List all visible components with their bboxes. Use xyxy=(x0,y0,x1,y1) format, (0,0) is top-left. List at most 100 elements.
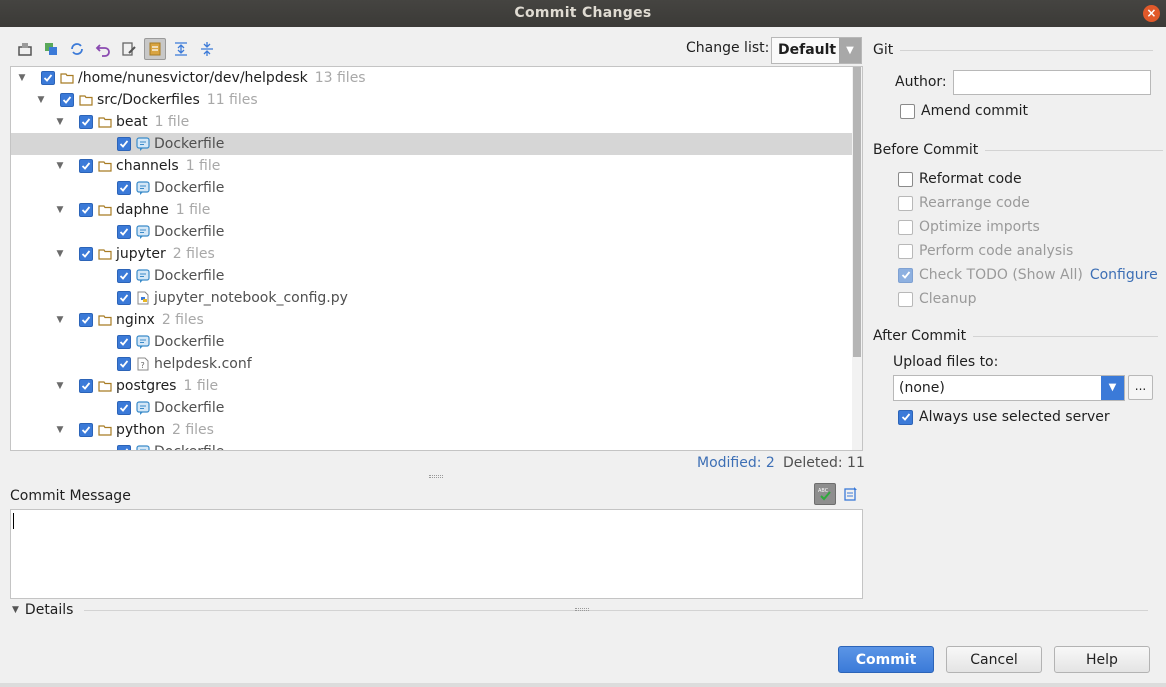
upload-files-label: Upload files to: xyxy=(893,354,999,370)
author-input[interactable] xyxy=(953,70,1151,95)
include-checkbox[interactable] xyxy=(41,71,55,85)
file-count: 1 file xyxy=(175,202,211,218)
include-checkbox[interactable] xyxy=(117,181,131,195)
cleanup-checkbox[interactable]: Cleanup xyxy=(898,291,977,307)
include-checkbox[interactable] xyxy=(79,379,93,393)
tree-file-row[interactable]: Dockerfile xyxy=(11,397,853,419)
expand-triangle-icon[interactable]: ▼ xyxy=(55,205,65,215)
expand-all-icon[interactable] xyxy=(170,38,192,60)
tree-folder-row[interactable]: ▼ postgres 1 file xyxy=(11,375,853,397)
include-checkbox[interactable] xyxy=(117,401,131,415)
perform-code-analysis-checkbox[interactable]: Perform code analysis xyxy=(898,243,1073,259)
commit-message-input[interactable] xyxy=(10,509,863,599)
tree-item-label: jupyter xyxy=(116,246,166,262)
changelist-dropdown[interactable]: Default ▼ xyxy=(771,37,862,64)
commit-button[interactable]: Commit xyxy=(838,646,934,673)
include-checkbox[interactable] xyxy=(117,291,131,305)
optimize-imports-checkbox[interactable]: Optimize imports xyxy=(898,219,1040,235)
expand-triangle-icon[interactable]: ▼ xyxy=(55,315,65,325)
include-checkbox[interactable] xyxy=(117,357,131,371)
svg-text:ABC: ABC xyxy=(818,488,829,494)
checkbox-box[interactable] xyxy=(898,267,913,283)
details-splitter-handle[interactable] xyxy=(575,608,589,611)
tree-folder-row[interactable]: ▼ nginx 2 files xyxy=(11,309,853,331)
rearrange-code-checkbox[interactable]: Rearrange code xyxy=(898,195,1030,211)
include-checkbox[interactable] xyxy=(117,137,131,151)
check-todo-checkbox[interactable]: Check TODO (Show All) Configure xyxy=(898,267,1158,283)
cancel-button[interactable]: Cancel xyxy=(946,646,1042,673)
tree-file-row[interactable]: Dockerfile xyxy=(11,265,853,287)
include-checkbox[interactable] xyxy=(79,423,93,437)
always-use-server-checkbox[interactable]: Always use selected server xyxy=(898,409,1110,425)
checkbox-box[interactable] xyxy=(898,409,913,425)
expand-triangle-icon[interactable]: ▼ xyxy=(55,161,65,171)
checkbox-box[interactable] xyxy=(898,243,913,259)
tree-folder-row[interactable]: ▼ python 2 files xyxy=(11,419,853,441)
splitter-handle[interactable] xyxy=(429,475,443,478)
spellcheck-icon[interactable]: ABC xyxy=(814,483,836,505)
before-commit-title: Before Commit xyxy=(873,142,979,158)
expand-triangle-icon[interactable]: ▼ xyxy=(55,381,65,391)
tree-file-row[interactable]: Dockerfile xyxy=(11,133,853,155)
expand-triangle-icon[interactable]: ▼ xyxy=(55,249,65,259)
perform-code-analysis-label: Perform code analysis xyxy=(919,243,1074,259)
include-checkbox[interactable] xyxy=(79,313,93,327)
include-checkbox[interactable] xyxy=(79,159,93,173)
scrollbar-thumb[interactable] xyxy=(853,67,861,357)
amend-commit-checkbox[interactable]: Amend commit xyxy=(900,103,1028,119)
include-checkbox[interactable] xyxy=(79,115,93,129)
checkbox-box[interactable] xyxy=(898,171,913,187)
reformat-code-checkbox[interactable]: Reformat code xyxy=(898,171,1022,187)
tree-file-row[interactable]: Dockerfile xyxy=(11,331,853,353)
collapse-all-icon[interactable] xyxy=(196,38,218,60)
rollback-icon[interactable] xyxy=(92,38,114,60)
commit-message-history-icon[interactable] xyxy=(840,483,862,505)
modified-count[interactable]: Modified: 2 xyxy=(697,455,775,471)
include-checkbox[interactable] xyxy=(79,247,93,261)
tree-folder-row[interactable]: ▼ src/Dockerfiles 11 files xyxy=(11,89,853,111)
check-todo-label: Check TODO (Show All) xyxy=(919,267,1083,283)
expand-triangle-icon[interactable]: ▼ xyxy=(17,73,27,83)
dockerfile-icon xyxy=(136,445,150,450)
include-checkbox[interactable] xyxy=(117,335,131,349)
checkbox-box[interactable] xyxy=(898,219,913,235)
edit-source-icon[interactable] xyxy=(118,38,140,60)
tree-folder-row[interactable]: ▼ channels 1 file xyxy=(11,155,853,177)
include-checkbox[interactable] xyxy=(117,225,131,239)
tree-folder-row[interactable]: ▼ /home/nunesvictor/dev/helpdesk 13 files xyxy=(11,67,853,89)
expand-triangle-icon[interactable]: ▼ xyxy=(36,95,46,105)
checkbox-box[interactable] xyxy=(900,103,915,119)
upload-server-dropdown[interactable]: (none) ▼ xyxy=(893,375,1125,401)
close-icon[interactable]: × xyxy=(1143,5,1160,22)
group-by-directory-icon[interactable] xyxy=(144,38,166,60)
include-checkbox[interactable] xyxy=(60,93,74,107)
expand-triangle-icon[interactable]: ▼ xyxy=(55,117,65,127)
tree-folder-row[interactable]: ▼ jupyter 2 files xyxy=(11,243,853,265)
folder-icon xyxy=(98,313,112,327)
details-toggle[interactable]: ▼ Details xyxy=(12,602,73,618)
checkbox-box[interactable] xyxy=(898,195,913,211)
include-checkbox[interactable] xyxy=(117,445,131,450)
tree-file-row[interactable]: Dockerfile xyxy=(11,441,853,450)
tree-scrollbar[interactable] xyxy=(852,67,862,450)
refresh-icon[interactable] xyxy=(66,38,88,60)
tree-item-label: Dockerfile xyxy=(154,180,225,196)
include-checkbox[interactable] xyxy=(117,269,131,283)
show-diff-icon[interactable] xyxy=(14,38,36,60)
help-button[interactable]: Help xyxy=(1054,646,1150,673)
tree-folder-row[interactable]: ▼ beat 1 file xyxy=(11,111,853,133)
tree-folder-row[interactable]: ▼ daphne 1 file xyxy=(11,199,853,221)
tree-item-label: jupyter_notebook_config.py xyxy=(154,290,348,306)
tree-file-row[interactable]: ? helpdesk.conf xyxy=(11,353,853,375)
configure-link[interactable]: Configure xyxy=(1090,267,1158,283)
folder-icon xyxy=(98,423,112,437)
checkbox-box[interactable] xyxy=(898,291,913,307)
configure-servers-button[interactable]: ... xyxy=(1128,375,1153,400)
expand-triangle-icon[interactable]: ▼ xyxy=(55,425,65,435)
include-checkbox[interactable] xyxy=(79,203,93,217)
tree-file-row[interactable]: jupyter_notebook_config.py xyxy=(11,287,853,309)
file-count: 2 files xyxy=(172,246,215,262)
tree-file-row[interactable]: Dockerfile xyxy=(11,221,853,243)
move-to-changelist-icon[interactable] xyxy=(40,38,62,60)
tree-file-row[interactable]: Dockerfile xyxy=(11,177,853,199)
